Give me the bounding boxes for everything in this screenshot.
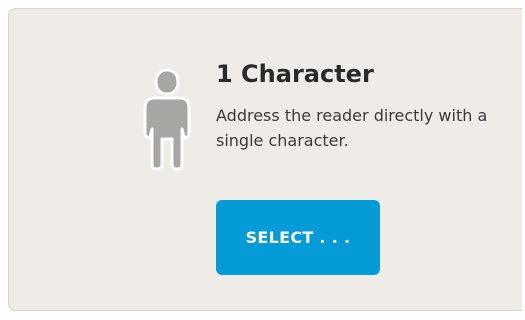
option-title: 1 Character bbox=[216, 60, 374, 88]
person-figure-icon bbox=[143, 68, 191, 171]
option-description: Address the reader directly with a singl… bbox=[216, 106, 488, 150]
select-button[interactable]: SELECT . . . bbox=[216, 200, 380, 275]
character-option-card: 1 Character Address the reader directly … bbox=[8, 8, 522, 311]
